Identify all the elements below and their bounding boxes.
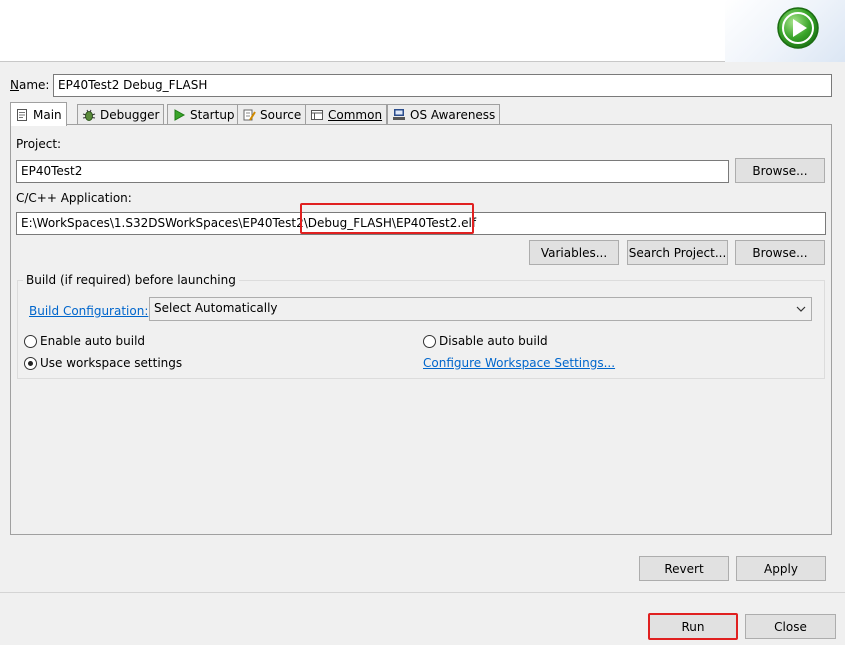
- name-label-text: ame:: [18, 78, 50, 92]
- variables-button[interactable]: Variables...: [529, 240, 619, 265]
- build-configuration-value: Select Automatically: [154, 301, 278, 315]
- build-group-title: Build (if required) before launching: [23, 273, 239, 287]
- footer-separator: [0, 592, 845, 593]
- close-button[interactable]: Close: [745, 614, 836, 639]
- project-label: Project:: [16, 137, 62, 151]
- startup-icon: [174, 109, 186, 121]
- main-tab-panel: Project: EP40Test2 Browse... C/C++ Appli…: [10, 124, 832, 535]
- enable-auto-build-radio[interactable]: [24, 334, 37, 348]
- application-label: C/C++ Application:: [16, 191, 132, 205]
- configuration-name-input[interactable]: EP40Test2 Debug_FLASH: [53, 74, 832, 97]
- tab-os-awareness[interactable]: OS Awareness: [387, 104, 501, 125]
- disable-auto-build-option[interactable]: Disable auto build: [423, 334, 548, 348]
- revert-button[interactable]: Revert: [639, 556, 729, 581]
- run-button[interactable]: Run: [649, 614, 737, 639]
- disable-auto-build-radio[interactable]: [423, 334, 436, 348]
- main-tab-icon: [17, 108, 27, 121]
- tab-os-awareness-label: OS Awareness: [410, 108, 496, 122]
- dialog-banner: [0, 0, 845, 62]
- disable-auto-build-label: Disable auto build: [439, 334, 548, 348]
- browse-project-button[interactable]: Browse...: [735, 158, 825, 183]
- debugger-icon: [82, 109, 96, 121]
- enable-auto-build-label: Enable auto build: [40, 334, 146, 348]
- tab-startup-label: Startup: [190, 108, 235, 122]
- tab-source-label: Source: [260, 108, 302, 122]
- use-workspace-settings-option[interactable]: Use workspace settings: [24, 356, 182, 370]
- tab-debugger-label: Debugger: [100, 108, 160, 122]
- tab-common[interactable]: Common: [305, 104, 388, 125]
- enable-auto-build-option[interactable]: Enable auto build: [24, 334, 145, 348]
- build-configuration-select[interactable]: Select Automatically: [149, 297, 812, 321]
- tab-source[interactable]: Source: [237, 104, 307, 125]
- name-label: Name:: [10, 78, 49, 92]
- use-workspace-settings-radio[interactable]: [24, 356, 37, 370]
- tab-common-label: Common: [328, 108, 383, 122]
- browse-application-button[interactable]: Browse...: [735, 240, 825, 265]
- chevron-down-icon: [796, 306, 806, 312]
- configure-workspace-settings-link[interactable]: Configure Workspace Settings...: [423, 356, 615, 370]
- application-input[interactable]: E:\WorkSpaces\1.S32DSWorkSpaces\EP40Test…: [16, 212, 826, 235]
- run-play-icon: [777, 7, 819, 49]
- source-icon: [243, 109, 256, 121]
- name-label-mnemonic: N: [10, 78, 19, 92]
- build-configuration-link[interactable]: Build Configuration:: [29, 304, 148, 318]
- tab-startup[interactable]: Startup: [167, 104, 240, 125]
- os-awareness-icon: [393, 109, 405, 120]
- tab-main-label: Main: [33, 107, 62, 122]
- search-project-button[interactable]: Search Project...: [627, 240, 728, 265]
- tab-main[interactable]: Main: [10, 102, 67, 126]
- project-input[interactable]: EP40Test2: [16, 160, 729, 183]
- common-icon: [311, 110, 323, 120]
- use-workspace-settings-label: Use workspace settings: [40, 356, 183, 370]
- apply-button[interactable]: Apply: [736, 556, 826, 581]
- tab-debugger[interactable]: Debugger: [77, 104, 165, 125]
